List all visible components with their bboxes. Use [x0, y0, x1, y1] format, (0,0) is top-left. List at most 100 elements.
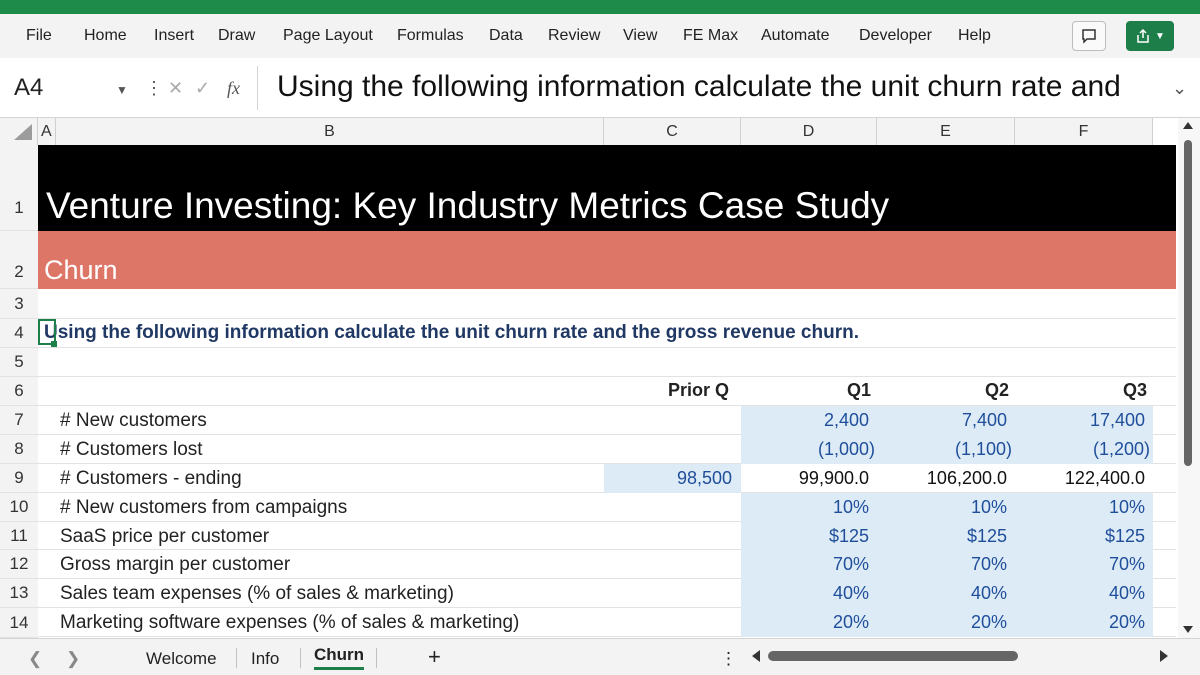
tab-home[interactable]: Home: [84, 14, 127, 58]
vertical-scroll-thumb[interactable]: [1184, 140, 1192, 466]
cell-e11[interactable]: $125: [967, 526, 1007, 547]
col-header-e[interactable]: E: [877, 118, 1015, 145]
row-header-12[interactable]: 12: [0, 550, 38, 579]
label-new-customers[interactable]: # New customers: [60, 410, 207, 432]
scroll-right-icon[interactable]: [1160, 650, 1168, 662]
row-header-2[interactable]: 2: [0, 231, 38, 289]
tab-automate[interactable]: Automate: [761, 14, 829, 58]
sheet-tab-welcome[interactable]: Welcome: [146, 649, 217, 669]
cancel-icon[interactable]: ✕: [168, 78, 183, 99]
cell-e14[interactable]: 20%: [971, 612, 1007, 633]
cell-f7[interactable]: 17,400: [1090, 410, 1145, 431]
row-header-11[interactable]: 11: [0, 522, 38, 550]
cell-e8[interactable]: (1,100): [955, 439, 1012, 460]
cell-f12[interactable]: 70%: [1109, 554, 1145, 575]
row-header-3[interactable]: 3: [0, 289, 38, 319]
horizontal-scroll-thumb[interactable]: [768, 651, 1018, 661]
next-sheet-icon[interactable]: ❯: [66, 649, 80, 669]
section-title: Churn: [44, 255, 118, 285]
share-button[interactable]: ▼: [1126, 21, 1174, 51]
tab-divider: [236, 648, 237, 668]
formula-input[interactable]: Using the following information calculat…: [277, 70, 1157, 104]
tab-formulas[interactable]: Formulas: [397, 14, 464, 58]
label-new-customers-campaigns[interactable]: # New customers from campaigns: [60, 497, 347, 519]
tab-page-layout[interactable]: Page Layout: [283, 14, 373, 58]
sheet-tab-churn[interactable]: Churn: [314, 645, 365, 670]
label-customers-ending[interactable]: # Customers - ending: [60, 468, 242, 490]
cell-e13[interactable]: 40%: [971, 583, 1007, 604]
cell-f14[interactable]: 20%: [1109, 612, 1145, 633]
cell-e7[interactable]: 7,400: [962, 410, 1007, 431]
col-header-c[interactable]: C: [604, 118, 741, 145]
title-band[interactable]: Venture Investing: Key Industry Metrics …: [38, 145, 1176, 231]
header-prior-q[interactable]: Prior Q: [668, 380, 729, 401]
expand-chevron-icon[interactable]: ⌄: [1172, 78, 1187, 99]
add-sheet-button[interactable]: +: [428, 644, 441, 670]
label-gross-margin[interactable]: Gross margin per customer: [60, 554, 290, 576]
tab-fe-max[interactable]: FE Max: [683, 14, 738, 58]
cell-d14[interactable]: 20%: [833, 612, 869, 633]
row-header-4[interactable]: 4: [0, 319, 38, 348]
cell-f11[interactable]: $125: [1105, 526, 1145, 547]
cell-f8[interactable]: (1,200): [1093, 439, 1150, 460]
row-header-8[interactable]: 8: [0, 435, 38, 464]
row-header-13[interactable]: 13: [0, 579, 38, 608]
scroll-up-icon[interactable]: [1183, 122, 1193, 129]
header-q3[interactable]: Q3: [1123, 380, 1147, 401]
cell-d13[interactable]: 40%: [833, 583, 869, 604]
label-customers-lost[interactable]: # Customers lost: [60, 439, 203, 461]
row-header-14[interactable]: 14: [0, 608, 38, 638]
prev-sheet-icon[interactable]: ❮: [28, 649, 42, 669]
cell-e12[interactable]: 70%: [971, 554, 1007, 575]
tab-review[interactable]: Review: [548, 14, 600, 58]
cell-d9[interactable]: 99,900.0: [799, 468, 869, 489]
header-q1[interactable]: Q1: [847, 380, 871, 401]
name-box[interactable]: A4: [14, 74, 43, 102]
cell-f10[interactable]: 10%: [1109, 497, 1145, 518]
more-options-icon[interactable]: ⋮: [720, 649, 737, 669]
cell-d12[interactable]: 70%: [833, 554, 869, 575]
cell-e10[interactable]: 10%: [971, 497, 1007, 518]
col-header-b[interactable]: B: [56, 118, 604, 145]
section-band[interactable]: Churn: [38, 231, 1176, 289]
cell-c9[interactable]: 98,500: [677, 468, 732, 489]
tab-view[interactable]: View: [623, 14, 657, 58]
label-marketing-software-expenses[interactable]: Marketing software expenses (% of sales …: [60, 612, 519, 634]
col-header-d[interactable]: D: [741, 118, 877, 145]
row-header-1[interactable]: 1: [0, 145, 38, 231]
col-header-f[interactable]: F: [1015, 118, 1153, 145]
comments-button[interactable]: [1072, 21, 1106, 51]
cell-d8[interactable]: (1,000): [818, 439, 875, 460]
row-header-9[interactable]: 9: [0, 464, 38, 493]
fill-handle[interactable]: [51, 341, 57, 347]
tab-developer[interactable]: Developer: [859, 14, 932, 58]
row-header-6[interactable]: 6: [0, 377, 38, 406]
tab-data[interactable]: Data: [489, 14, 523, 58]
cell-f13[interactable]: 40%: [1109, 583, 1145, 604]
gridline: [38, 318, 1176, 319]
tab-file[interactable]: File: [26, 14, 52, 58]
sheet-tab-info[interactable]: Info: [251, 649, 279, 669]
row-header-5[interactable]: 5: [0, 348, 38, 377]
row-header-7[interactable]: 7: [0, 406, 38, 435]
check-icon[interactable]: ✓: [195, 78, 210, 99]
cell-d10[interactable]: 10%: [833, 497, 869, 518]
tab-insert[interactable]: Insert: [154, 14, 194, 58]
instruction-text[interactable]: Using the following information calculat…: [44, 322, 859, 344]
cell-d11[interactable]: $125: [829, 526, 869, 547]
gridline: [38, 376, 1176, 377]
cell-d7[interactable]: 2,400: [824, 410, 869, 431]
scroll-left-icon[interactable]: [752, 650, 760, 662]
label-saas-price[interactable]: SaaS price per customer: [60, 526, 269, 548]
row-header-10[interactable]: 10: [0, 493, 38, 522]
cell-e9[interactable]: 106,200.0: [927, 468, 1007, 489]
label-sales-team-expenses[interactable]: Sales team expenses (% of sales & market…: [60, 583, 454, 605]
tab-draw[interactable]: Draw: [218, 14, 255, 58]
scroll-down-icon[interactable]: [1183, 626, 1193, 633]
header-q2[interactable]: Q2: [985, 380, 1009, 401]
cell-f9[interactable]: 122,400.0: [1065, 468, 1145, 489]
chevron-down-icon[interactable]: ▼: [116, 83, 128, 97]
fx-icon[interactable]: fx: [227, 78, 240, 99]
tab-help[interactable]: Help: [958, 14, 991, 58]
col-header-a[interactable]: A: [38, 118, 56, 145]
